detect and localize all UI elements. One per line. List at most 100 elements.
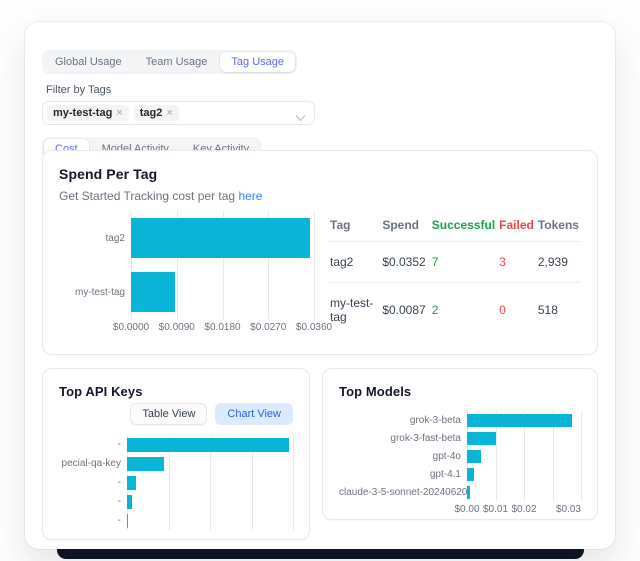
view-toggle-group: Table View Chart View <box>59 403 293 425</box>
x-tick-label: $0.0000 <box>113 322 149 333</box>
x-tick-label: $0.0360 <box>296 322 332 333</box>
bar-row: grok-3-fast-beta <box>339 429 581 447</box>
bar-track <box>467 414 581 427</box>
bar-category-label: - <box>59 439 127 450</box>
x-axis: $0.0000$0.0090$0.0180$0.0270$0.0360 <box>131 319 314 333</box>
x-tick-label: $0.0090 <box>159 322 195 333</box>
bar-row: claude-3-5-sonnet-20240620 <box>339 483 581 501</box>
bar-row: - <box>59 473 293 492</box>
bar-category-label: - <box>59 515 127 526</box>
top-models-chart: grok-3-beta grok-3-fast-beta gpt-4o gpt-4.1… <box>339 411 581 515</box>
bar <box>131 218 310 258</box>
tab-team-usage[interactable]: Team Usage <box>135 52 219 72</box>
table-cell: tag2 <box>328 242 380 283</box>
card-subtitle: Get Started Tracking cost per tag here <box>59 189 581 203</box>
top-api-keys-card: Top API Keys Table View Chart View - peci… <box>42 368 310 540</box>
bar <box>467 414 572 427</box>
bar-category-label: claude-3-5-sonnet-20240620 <box>339 487 467 498</box>
get-started-link[interactable]: here <box>238 189 262 203</box>
chevron-down-icon[interactable] <box>295 109 306 127</box>
table-row: tag2$0.0352732,939 <box>328 242 581 283</box>
gridline <box>314 211 315 319</box>
bar <box>127 495 132 509</box>
table-cell: $0.0352 <box>380 242 429 283</box>
tag-chip-label: my-test-tag <box>53 107 112 119</box>
table-cell: 0 <box>497 283 536 338</box>
card-title: Top Models <box>339 384 581 399</box>
bar-category-label: - <box>59 477 127 488</box>
table-header-cell: Spend <box>380 213 429 242</box>
card-title: Top API Keys <box>59 384 293 399</box>
table-header-cell: Successful <box>430 213 497 242</box>
bar <box>467 450 481 463</box>
bar-category-label: tag2 <box>59 233 131 244</box>
bar-track <box>127 457 293 471</box>
bar <box>127 514 128 528</box>
bar-track <box>131 218 314 258</box>
bar-row: - <box>59 492 293 511</box>
bar <box>127 476 136 490</box>
top-models-card: Top Models grok-3-beta grok-3-fast-beta gp… <box>322 368 598 520</box>
bar-track <box>127 438 293 452</box>
spend-table-body: tag2$0.0352732,939my-test-tag$0.00872051… <box>328 242 581 338</box>
bar-row: my-test-tag <box>59 265 314 319</box>
filter-by-tags-label: Filter by Tags <box>46 84 598 96</box>
bar-track <box>127 476 293 490</box>
table-cell: 2 <box>430 283 497 338</box>
tag-chip: my-test-tag × <box>47 105 129 121</box>
usage-scope-tabs: Global Usage Team Usage Tag Usage <box>42 50 297 74</box>
spend-per-tag-chart: tag2 my-test-tag $0.0000 $0.0090 $0.0180 $0.0… <box>59 211 314 337</box>
bar-row: pecial-qa-key <box>59 454 293 473</box>
table-cell: 3 <box>497 242 536 283</box>
bar-track <box>127 514 293 528</box>
bar-track <box>131 272 314 312</box>
x-tick-label: $0.00 <box>454 504 479 515</box>
table-view-button[interactable]: Table View <box>130 403 207 425</box>
subtitle-text: Get Started Tracking cost per tag <box>59 189 235 203</box>
x-tick-label: $0.02 <box>511 504 536 515</box>
spend-table-header-row: TagSpendSuccessfulFailedTokens <box>328 213 581 242</box>
chart-view-button[interactable]: Chart View <box>215 403 293 425</box>
bar-row: gpt-4.1 <box>339 465 581 483</box>
bar-category-label: grok-3-fast-beta <box>339 433 467 444</box>
bar <box>467 468 474 481</box>
remove-tag-icon[interactable]: × <box>116 108 122 119</box>
x-axis: $0.00$0.01$0.02$0.03 <box>467 501 581 515</box>
bar-row: - <box>59 511 293 530</box>
bar-category-label: - <box>59 496 127 507</box>
remove-tag-icon[interactable]: × <box>166 108 172 119</box>
table-row: my-test-tag$0.008720518 <box>328 283 581 338</box>
table-cell: my-test-tag <box>328 283 380 338</box>
tag-filter-select[interactable]: my-test-tag × tag2 × <box>42 101 315 125</box>
bar <box>127 457 164 471</box>
bar-track <box>467 432 581 445</box>
top-api-keys-chart: - pecial-qa-key - - - <box>59 435 293 530</box>
bar-track <box>127 495 293 509</box>
bar-row: tag2 <box>59 211 314 265</box>
table-header-cell: Failed <box>497 213 536 242</box>
bar-category-label: gpt-4o <box>339 451 467 462</box>
table-cell: 2,939 <box>536 242 581 283</box>
bar-category-label: grok-3-beta <box>339 415 467 426</box>
screen: Global Usage Team Usage Tag Usage Filter… <box>0 0 640 561</box>
x-tick-label: $0.0270 <box>250 322 286 333</box>
gridline <box>581 411 582 501</box>
bar <box>131 272 175 312</box>
bar <box>127 438 289 452</box>
bar-category-label: my-test-tag <box>59 287 131 298</box>
table-cell: 518 <box>536 283 581 338</box>
bar-track <box>467 450 581 463</box>
tag-chip-label: tag2 <box>140 107 163 119</box>
x-tick-label: $0.0180 <box>204 322 240 333</box>
bar-category-label: pecial-qa-key <box>59 458 127 469</box>
tag-chip: tag2 × <box>134 105 179 121</box>
table-header-cell: Tokens <box>536 213 581 242</box>
bar <box>467 486 470 499</box>
tab-tag-usage[interactable]: Tag Usage <box>220 52 295 72</box>
usage-dashboard-window: Global Usage Team Usage Tag Usage Filter… <box>25 22 615 549</box>
table-cell: $0.0087 <box>380 283 429 338</box>
bar-row: - <box>59 435 293 454</box>
bar-row: gpt-4o <box>339 447 581 465</box>
x-tick-label: $0.01 <box>483 504 508 515</box>
tab-global-usage[interactable]: Global Usage <box>44 52 133 72</box>
